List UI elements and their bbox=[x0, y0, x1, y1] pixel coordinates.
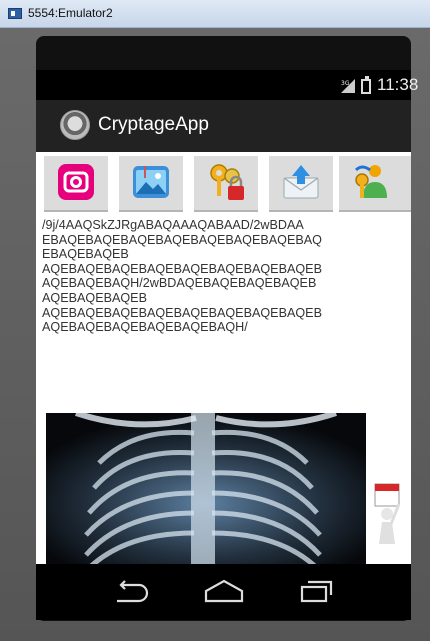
calendar-person-icon[interactable] bbox=[369, 482, 405, 546]
status-time: 11:38 bbox=[377, 75, 419, 94]
encoded-image-text: /9j/4AAQSkZJRgABAQAAAQABAAD/2wBDAA EBAQE… bbox=[42, 218, 322, 335]
action-bar: CryptageApp bbox=[36, 100, 411, 152]
app-logo-icon[interactable] bbox=[60, 110, 90, 140]
upload-button[interactable] bbox=[269, 156, 333, 212]
toolbar bbox=[36, 152, 411, 214]
emulator-window-icon bbox=[8, 8, 22, 19]
upload-mail-icon bbox=[283, 165, 319, 199]
navigation-bar bbox=[36, 564, 411, 620]
battery-icon bbox=[361, 76, 371, 94]
user-key-icon bbox=[354, 165, 387, 198]
gallery-button[interactable] bbox=[119, 156, 183, 212]
recent-apps-icon[interactable] bbox=[298, 579, 334, 603]
signal-icon: 3G bbox=[341, 79, 355, 93]
chest-xray-image bbox=[46, 413, 366, 564]
selected-image-preview[interactable] bbox=[46, 413, 366, 564]
back-icon[interactable] bbox=[111, 579, 151, 603]
decrypt-button[interactable] bbox=[339, 156, 411, 212]
camera-button[interactable] bbox=[44, 156, 108, 212]
window-title: 5554:Emulator2 bbox=[28, 6, 113, 20]
home-icon[interactable] bbox=[202, 579, 246, 603]
app-title: CryptageApp bbox=[98, 114, 209, 135]
svg-text:3G: 3G bbox=[341, 80, 350, 87]
image-icon bbox=[133, 166, 169, 198]
camera-icon bbox=[58, 164, 94, 200]
encrypt-button[interactable] bbox=[194, 156, 258, 212]
status-bar: 3G 11:38 bbox=[36, 70, 418, 100]
window-title-bar: 5554:Emulator2 bbox=[0, 0, 430, 28]
keys-lock-icon bbox=[210, 164, 244, 200]
main-content: /9j/4AAQSkZJRgABAQAAAQABAAD/2wBDAA EBAQE… bbox=[36, 152, 411, 564]
